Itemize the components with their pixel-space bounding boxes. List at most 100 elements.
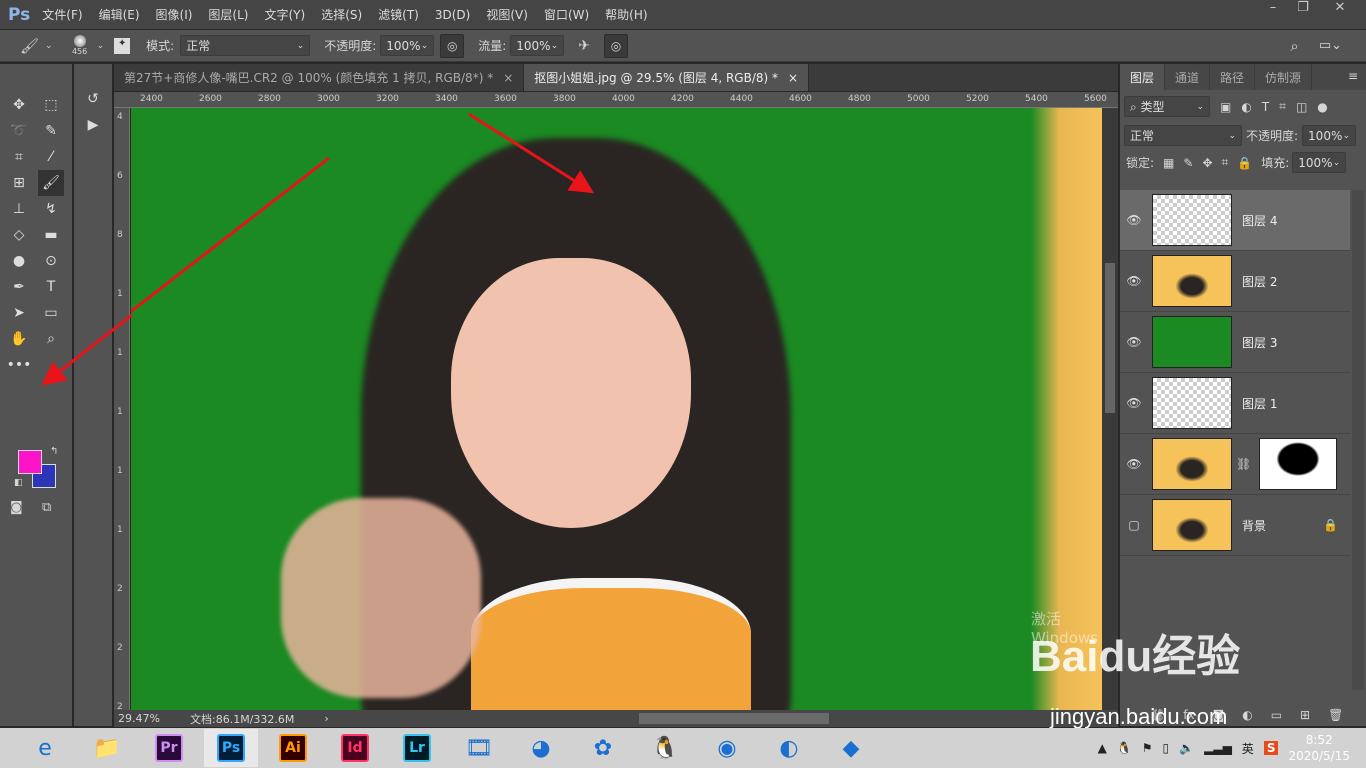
lasso-tool-icon[interactable]: ➰	[6, 118, 32, 144]
delete-layer-icon[interactable]: 🗑	[1328, 708, 1343, 722]
taskbar-app-ps[interactable]: Ps	[204, 729, 258, 767]
close-window-button[interactable]: ✕	[1325, 0, 1355, 20]
default-colors-icon[interactable]: ◧	[14, 478, 23, 488]
battery-icon[interactable]: ▯	[1163, 741, 1170, 755]
visibility-eye-icon[interactable]: ▢	[1120, 518, 1148, 532]
visibility-eye-icon[interactable]: 👁	[1120, 457, 1148, 471]
mask-link-icon[interactable]: ⛓	[1236, 457, 1251, 471]
history-icon[interactable]: ↺	[80, 86, 106, 112]
menu-filter[interactable]: 滤镜(T)	[378, 6, 419, 23]
layer-row[interactable]: ▢ 背景 🔒	[1120, 495, 1350, 556]
show-hidden-icons[interactable]: ▲	[1098, 741, 1107, 755]
restore-button[interactable]: ❐	[1288, 0, 1318, 20]
visibility-eye-icon[interactable]: 👁	[1120, 335, 1148, 349]
layer-name[interactable]: 图层 4	[1242, 212, 1277, 229]
ime-indicator[interactable]: 英	[1242, 740, 1254, 757]
layer-row[interactable]: 👁 图层 3	[1120, 312, 1350, 373]
actions-play-icon[interactable]: ▶	[80, 112, 106, 138]
menu-3d[interactable]: 3D(D)	[435, 8, 470, 22]
taskbar-app-pr[interactable]: Pr	[142, 729, 196, 767]
panel-menu-icon[interactable]: ≡	[1348, 69, 1366, 90]
qq-tray-icon[interactable]: 🐧	[1117, 741, 1132, 755]
tab-clone-source[interactable]: 仿制源	[1255, 64, 1313, 90]
visibility-eye-icon[interactable]: 👁	[1120, 396, 1148, 410]
taskbar-app-app-bird[interactable]: ✿	[576, 729, 630, 767]
taskbar-app-video[interactable]: 🎞	[452, 729, 506, 767]
taskbar-app-ai[interactable]: Ai	[266, 729, 320, 767]
menu-window[interactable]: 窗口(W)	[544, 6, 589, 23]
tab-paths[interactable]: 路径	[1210, 64, 1256, 90]
marquee-tool-icon[interactable]: ⬚	[38, 92, 64, 118]
menu-edit[interactable]: 编辑(E)	[99, 6, 140, 23]
close-tab-icon[interactable]: ×	[788, 71, 798, 85]
flow-input[interactable]: 100% ⌄	[510, 35, 565, 56]
new-layer-icon[interactable]: ⊞	[1300, 708, 1310, 722]
taskbar-app-app-green[interactable]: ◕	[514, 729, 568, 767]
tab-document-1[interactable]: 第27节+商修人像-嘴巴.CR2 @ 100% (颜色填充 1 拷贝, RGB/…	[114, 64, 525, 91]
lock-pixels-icon[interactable]: ✎	[1183, 156, 1193, 170]
taskbar-app-id[interactable]: Id	[328, 729, 382, 767]
menu-select[interactable]: 选择(S)	[321, 6, 362, 23]
filter-adjustment-icon[interactable]: ◐	[1241, 100, 1251, 114]
layer-name[interactable]: 背景	[1242, 517, 1266, 534]
tab-channels[interactable]: 通道	[1165, 64, 1211, 90]
menu-image[interactable]: 图像(I)	[156, 6, 193, 23]
taskbar-app-app-fox[interactable]: ◐	[762, 729, 816, 767]
layer-row[interactable]: 👁 图层 1	[1120, 373, 1350, 434]
filter-toggle[interactable]: ●	[1317, 100, 1327, 114]
filter-shape-icon[interactable]: ⌗	[1279, 99, 1286, 114]
lock-artboard-icon[interactable]: ⌗	[1222, 155, 1229, 170]
minimize-button[interactable]: –	[1258, 0, 1288, 20]
tab-layers[interactable]: 图层	[1120, 64, 1166, 90]
chevron-down-icon[interactable]: ⌄	[45, 41, 53, 51]
visibility-eye-icon[interactable]: 👁	[1120, 213, 1148, 227]
lock-all-icon[interactable]: 🔒	[1237, 156, 1252, 170]
layer-name[interactable]: 图层 3	[1242, 334, 1277, 351]
filter-smart-object-icon[interactable]: ◫	[1296, 100, 1307, 114]
sogou-ime-icon[interactable]: S	[1263, 741, 1279, 755]
mode-select[interactable]: 正常 ⌄	[180, 35, 311, 56]
menu-layer[interactable]: 图层(L)	[208, 6, 248, 23]
filter-type-icon[interactable]: T	[1262, 100, 1269, 114]
status-menu-icon[interactable]: ›	[324, 712, 328, 725]
zoom-level[interactable]: 29.47%	[118, 712, 190, 725]
brush-preset-picker[interactable]: 456	[67, 35, 93, 56]
foreground-color-swatch[interactable]	[18, 450, 42, 474]
workspace-icon[interactable]: ▭⌄	[1319, 38, 1342, 53]
taskbar-app-chrome[interactable]: ◉	[700, 729, 754, 767]
filter-pixel-icon[interactable]: ▣	[1220, 100, 1231, 114]
group-icon[interactable]: ▭	[1271, 708, 1282, 722]
swap-colors-icon[interactable]: ↰	[50, 446, 58, 457]
action-center-icon[interactable]: ⚑	[1142, 741, 1153, 755]
scroll-thumb[interactable]	[1105, 263, 1115, 413]
chevron-down-icon[interactable]: ⌄	[97, 41, 105, 51]
layer-name[interactable]: 图层 2	[1242, 273, 1277, 290]
horizontal-scroll-thumb[interactable]	[638, 713, 829, 724]
close-tab-icon[interactable]: ×	[503, 71, 513, 85]
airbrush-icon[interactable]: ✈	[578, 38, 590, 54]
volume-icon[interactable]: 🔈	[1179, 741, 1194, 755]
layer-mask-thumbnail[interactable]	[1259, 438, 1338, 490]
document-canvas[interactable]: 激活 Windows	[131, 108, 1102, 710]
layer-row[interactable]: 👁 图层 2	[1120, 251, 1350, 312]
pressure-opacity-icon[interactable]: ◎	[440, 33, 465, 58]
taskbar-app-explorer[interactable]: 📁	[80, 729, 134, 767]
screen-mode-icon[interactable]: ⧉	[42, 500, 51, 515]
taskbar-app-app-blue[interactable]: ◆	[824, 729, 878, 767]
brush-tool-icon[interactable]: 🖌	[20, 37, 39, 55]
tab-document-2[interactable]: 抠图小姐姐.jpg @ 29.5% (图层 4, RGB/8) * ×	[524, 64, 810, 91]
taskbar-app-ie[interactable]: e	[18, 729, 72, 767]
layer-filter-select[interactable]: ⌕ 类型 ⌄	[1124, 96, 1210, 117]
blend-mode-select[interactable]: 正常 ⌄	[1124, 125, 1242, 146]
layer-row[interactable]: 👁 图层 4	[1120, 190, 1350, 251]
adjustment-layer-icon[interactable]: ◐	[1242, 708, 1252, 722]
menu-view[interactable]: 视图(V)	[486, 6, 528, 23]
fill-input[interactable]: 100% ⌄	[1292, 152, 1347, 173]
quick-select-tool-icon[interactable]: ✎	[38, 118, 64, 144]
taskbar-app-qq[interactable]: 🐧	[638, 729, 692, 767]
lock-position-icon[interactable]: ✥	[1202, 156, 1212, 170]
brush-panel-icon[interactable]: ✦	[114, 37, 131, 54]
search-icon[interactable]: ⌕	[1290, 37, 1298, 55]
lock-transparent-icon[interactable]: ▦	[1163, 156, 1174, 170]
menu-type[interactable]: 文字(Y)	[264, 6, 305, 23]
